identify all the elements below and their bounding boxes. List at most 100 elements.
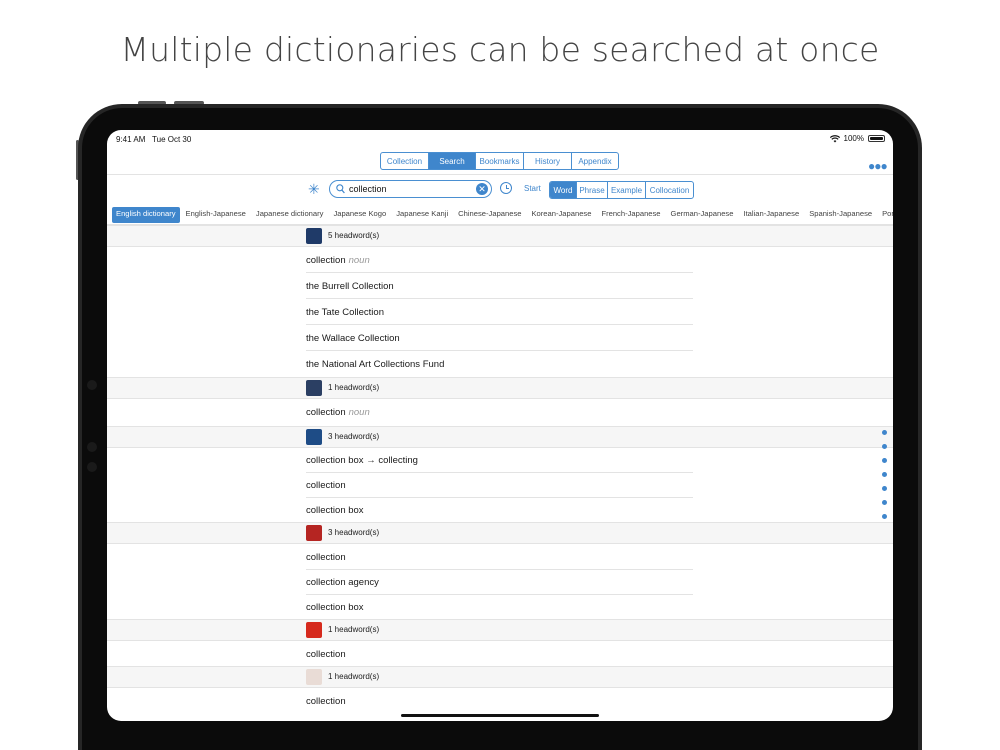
dictionary-tab[interactable]: Italian-Japanese xyxy=(739,207,803,223)
result-entry[interactable]: collection xyxy=(306,649,693,660)
row-divider xyxy=(306,594,693,595)
result-entry[interactable]: collection box → collecting xyxy=(306,455,693,466)
index-dot[interactable] xyxy=(882,444,887,449)
dictionary-tab[interactable]: Japanese Kogo xyxy=(329,207,390,223)
result-entry[interactable]: collection noun xyxy=(306,407,693,418)
row-divider xyxy=(306,569,693,570)
dictionary-group-header: 5 headword(s) xyxy=(107,225,893,247)
result-entry[interactable]: the Tate Collection xyxy=(306,307,693,318)
result-entry[interactable]: the Wallace Collection xyxy=(306,333,693,344)
row-divider xyxy=(306,272,693,273)
search-icon xyxy=(336,184,345,194)
nav-segmented-control: Collection Search Bookmarks History Appe… xyxy=(380,152,619,170)
dictionary-cover-icon xyxy=(306,429,322,445)
tab-bookmarks[interactable]: Bookmarks xyxy=(476,153,524,169)
row-divider xyxy=(306,298,693,299)
dictionary-tab[interactable]: Spanish-Japanese xyxy=(805,207,876,223)
mode-collocation[interactable]: Collocation xyxy=(646,182,693,198)
headword-count: 3 headword(s) xyxy=(328,432,380,441)
row-divider xyxy=(306,472,693,473)
side-sensor xyxy=(87,442,97,452)
wifi-icon xyxy=(829,134,840,142)
battery-icon xyxy=(868,135,885,142)
result-entry[interactable]: collection noun xyxy=(306,255,693,266)
headword: the National Art Collections Fund xyxy=(306,359,445,370)
dictionary-group-header: 1 headword(s) xyxy=(107,666,893,688)
side-sensor xyxy=(87,462,97,472)
headword: collection box → collecting xyxy=(306,455,418,466)
headword: collection xyxy=(306,696,346,707)
dictionary-tab[interactable]: Chinese-Japanese xyxy=(454,207,525,223)
headword: collection xyxy=(306,255,346,266)
mode-phrase[interactable]: Phrase xyxy=(577,182,608,198)
headword: the Burrell Collection xyxy=(306,281,394,292)
dictionary-group-header: 1 headword(s) xyxy=(107,619,893,641)
result-entry[interactable]: the National Art Collections Fund xyxy=(306,359,693,370)
index-dot[interactable] xyxy=(882,486,887,491)
start-button[interactable]: Start xyxy=(524,184,541,193)
headword: collection box xyxy=(306,602,364,613)
part-of-speech: noun xyxy=(348,407,370,418)
dictionary-tab[interactable]: Portuguese-Japanese xyxy=(878,207,893,223)
headword: collection xyxy=(306,407,346,418)
result-entry[interactable]: collection xyxy=(306,480,693,491)
home-indicator[interactable] xyxy=(401,714,599,717)
dictionary-tab-bar: English dictionary English-Japanese Japane… xyxy=(112,207,893,223)
row-divider xyxy=(306,350,693,351)
tab-collection[interactable]: Collection xyxy=(381,153,429,169)
result-entry[interactable]: collection agency xyxy=(306,577,693,588)
headword: collection xyxy=(306,552,346,563)
more-icon[interactable]: ●●● xyxy=(868,159,888,173)
clock-icon[interactable] xyxy=(500,182,512,194)
tab-search[interactable]: Search xyxy=(429,153,476,169)
result-entry[interactable]: collection xyxy=(306,552,693,563)
tab-history[interactable]: History xyxy=(524,153,572,169)
dictionary-tab[interactable]: English-Japanese xyxy=(182,207,250,223)
headword: collection agency xyxy=(306,577,379,588)
search-input[interactable]: collection ✕ xyxy=(329,180,492,198)
clear-icon[interactable]: ✕ xyxy=(476,183,488,195)
headword-count: 5 headword(s) xyxy=(328,231,380,240)
app-screen: 9:41 AM Tue Oct 30 100% Collection Searc… xyxy=(107,130,893,721)
sparkle-icon[interactable]: ✳ xyxy=(308,181,320,198)
index-dot[interactable] xyxy=(882,472,887,477)
dictionary-tab[interactable]: Japanese Kanji xyxy=(392,207,452,223)
result-entry[interactable]: collection box xyxy=(306,505,693,516)
dictionary-cover-icon xyxy=(306,525,322,541)
headword-count: 1 headword(s) xyxy=(328,672,380,681)
index-dot[interactable] xyxy=(882,458,887,463)
headword-count: 3 headword(s) xyxy=(328,528,380,537)
dictionary-tab[interactable]: French-Japanese xyxy=(597,207,664,223)
mode-example[interactable]: Example xyxy=(608,182,646,198)
dictionary-cover-icon xyxy=(306,622,322,638)
part-of-speech: noun xyxy=(348,255,370,266)
status-time: 9:41 AM Tue Oct 30 xyxy=(116,135,192,144)
headword-count: 1 headword(s) xyxy=(328,625,380,634)
index-dot[interactable] xyxy=(882,430,887,435)
result-entry[interactable]: collection xyxy=(306,696,693,707)
tab-appendix[interactable]: Appendix xyxy=(572,153,618,169)
mode-word[interactable]: Word xyxy=(550,182,577,198)
dictionary-tab[interactable]: Japanese dictionary xyxy=(252,207,328,223)
headword-count: 1 headword(s) xyxy=(328,383,380,392)
dictionary-group-header: 3 headword(s) xyxy=(107,522,893,544)
row-divider xyxy=(306,324,693,325)
dictionary-group-header: 1 headword(s) xyxy=(107,377,893,399)
index-dot[interactable] xyxy=(882,500,887,505)
dictionary-group-header: 3 headword(s) xyxy=(107,426,893,448)
dictionary-cover-icon xyxy=(306,669,322,685)
divider xyxy=(107,174,893,175)
search-mode-control: Word Phrase Example Collocation xyxy=(549,181,694,199)
headword: collection xyxy=(306,649,346,660)
result-entry[interactable]: the Burrell Collection xyxy=(306,281,693,292)
dictionary-tab[interactable]: German-Japanese xyxy=(667,207,738,223)
search-value: collection xyxy=(349,184,387,194)
index-dot[interactable] xyxy=(882,514,887,519)
result-entry[interactable]: collection box xyxy=(306,602,693,613)
marketing-headline: Multiple dictionaries can be searched at… xyxy=(120,30,880,69)
headword: collection xyxy=(306,480,346,491)
dictionary-tab[interactable]: Korean-Japanese xyxy=(527,207,595,223)
dictionary-tab[interactable]: English dictionary xyxy=(112,207,180,223)
headword: collection box xyxy=(306,505,364,516)
headword: the Wallace Collection xyxy=(306,333,400,344)
